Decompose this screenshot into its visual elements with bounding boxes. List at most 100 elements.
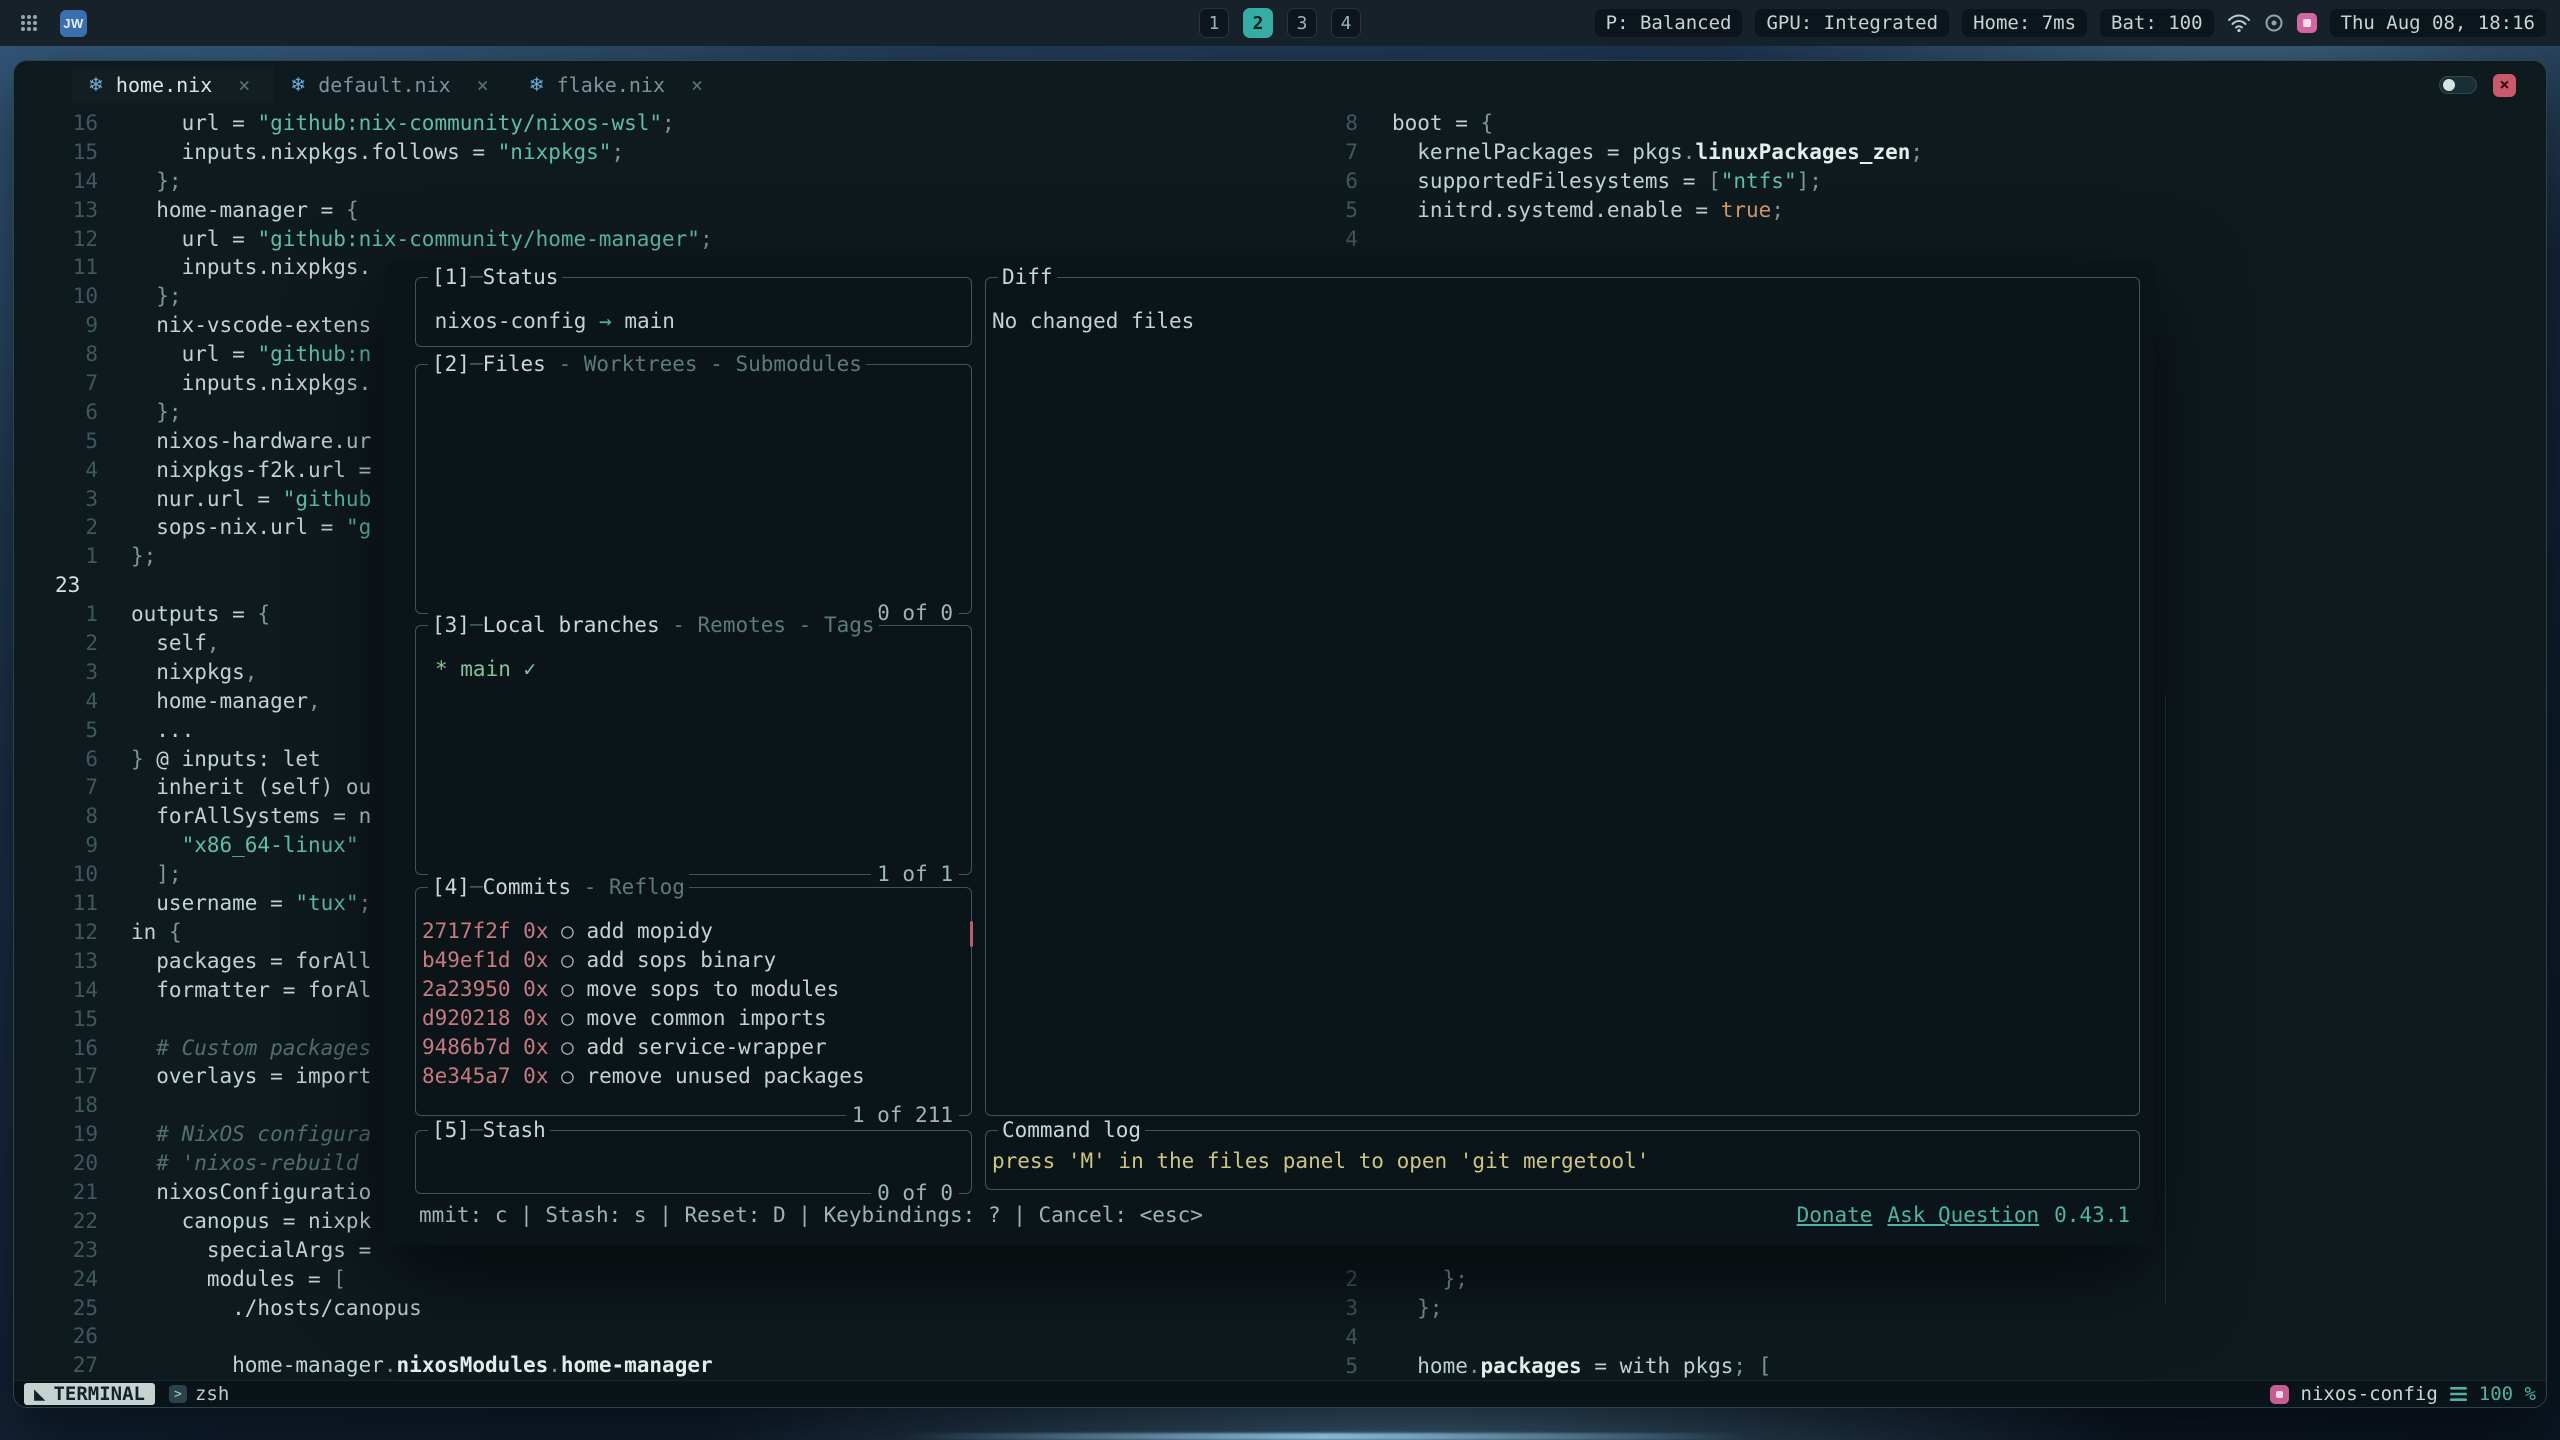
status-bar-right: nixos-config 100 % bbox=[2270, 1383, 2536, 1405]
commit-hash: 2a23950 bbox=[422, 977, 511, 1001]
editor-line[interactable]: 13 home-manager = { bbox=[14, 196, 1334, 225]
commit-node-icon: ○ bbox=[561, 1035, 574, 1059]
line-text: outputs = { bbox=[98, 600, 270, 629]
commit-row[interactable]: b49ef1d 0x ○ add sops binary bbox=[422, 946, 965, 975]
tab-close-icon[interactable]: × bbox=[477, 73, 489, 97]
commit-row[interactable]: 2717f2f 0x ○ add mopidy bbox=[422, 917, 965, 946]
line-number: 23 bbox=[14, 1236, 98, 1265]
link-donate[interactable]: Donate bbox=[1797, 1200, 1873, 1230]
files-count: 0 of 0 bbox=[871, 600, 959, 627]
line-number: 27 bbox=[14, 1351, 98, 1380]
editor-line[interactable]: 24 modules = [ bbox=[14, 1265, 1334, 1294]
commit-row[interactable]: d920218 0x ○ move common imports bbox=[422, 1004, 965, 1033]
commit-author: 0x bbox=[523, 1035, 548, 1059]
workspace-button-2[interactable]: 2 bbox=[1243, 8, 1273, 38]
line-number: 15 bbox=[14, 1005, 98, 1034]
command-log-content: press 'M' in the files panel to open 'gi… bbox=[986, 1131, 2139, 1176]
editor-line[interactable]: 8boot = { bbox=[1334, 109, 2546, 138]
app-badge[interactable]: JW bbox=[60, 10, 87, 37]
editor-line[interactable]: 2 }; bbox=[1334, 1265, 2546, 1294]
tab-label: flake.nix bbox=[557, 73, 665, 97]
panel-title-commits: [4]─Commits - Reflog bbox=[428, 874, 689, 901]
tab-close-icon[interactable]: × bbox=[691, 73, 703, 97]
line-number: 10 bbox=[14, 860, 98, 889]
panel-number: [1] bbox=[432, 264, 470, 291]
topbar-module[interactable]: P: Balanced bbox=[1595, 9, 1743, 37]
topbar-module[interactable]: Bat: 100 bbox=[2100, 9, 2214, 37]
line-number: 25 bbox=[14, 1294, 98, 1323]
tab-close-icon[interactable]: × bbox=[238, 73, 250, 97]
tab-flake.nix[interactable]: ❄flake.nix× bbox=[513, 67, 727, 103]
editor-line[interactable]: 12 url = "github:nix-community/home-mana… bbox=[14, 225, 1334, 254]
titlebar-toggle[interactable] bbox=[2439, 76, 2477, 94]
line-text: nur.url = "github bbox=[98, 485, 371, 514]
editor-line[interactable]: 3 }; bbox=[1334, 1294, 2546, 1323]
line-number: 20 bbox=[14, 1149, 98, 1178]
editor-line[interactable]: 27 home-manager.nixosModules.home-manage… bbox=[14, 1351, 1334, 1380]
panel-number: [2] bbox=[432, 351, 470, 378]
line-text: home-manager.nixosModules.home-manager bbox=[98, 1351, 713, 1380]
editor-line[interactable]: 14 }; bbox=[14, 167, 1334, 196]
tab-bar-tabs: ❄home.nix×❄default.nix×❄flake.nix× bbox=[72, 61, 727, 109]
topbar-module[interactable]: GPU: Integrated bbox=[1755, 9, 1949, 37]
clock[interactable]: Thu Aug 08, 18:16 bbox=[2330, 9, 2546, 37]
workspace-button-3[interactable]: 3 bbox=[1287, 8, 1317, 38]
editor-line[interactable]: 6 supportedFilesystems = ["ntfs"]; bbox=[1334, 167, 2546, 196]
line-number: 3 bbox=[1334, 1294, 1358, 1323]
editor-line[interactable]: 26 bbox=[14, 1322, 1334, 1351]
tab-default.nix[interactable]: ❄default.nix× bbox=[274, 67, 512, 103]
line-text bbox=[98, 1091, 131, 1120]
line-number: 2 bbox=[14, 513, 98, 542]
line-text: specialArgs = bbox=[98, 1236, 371, 1265]
shell-tab[interactable]: >zsh bbox=[169, 1383, 229, 1405]
pink-badge-icon[interactable] bbox=[2297, 13, 2317, 33]
commit-row[interactable]: 9486b7d 0x ○ add service-wrapper bbox=[422, 1033, 965, 1062]
editor-line[interactable]: 4 bbox=[1334, 225, 2546, 254]
lazygit-panel-branches[interactable]: [3]─Local branches - Remotes - Tags * ma… bbox=[415, 625, 972, 875]
top-bar-right: P: Balanced GPU: Integrated Home: 7ms Bat: … bbox=[1595, 9, 2546, 37]
line-text: packages = forAll bbox=[98, 947, 371, 976]
editor-line[interactable]: 5 home.packages = with pkgs; [ bbox=[1334, 1352, 2546, 1381]
commit-node-icon: ○ bbox=[561, 1064, 574, 1088]
line-number: 14 bbox=[14, 167, 98, 196]
lazygit-panel-status[interactable]: [1]─Status nixos-config → main bbox=[415, 277, 972, 347]
wallpaper-glow bbox=[900, 1433, 1750, 1440]
workspace-button-1[interactable]: 1 bbox=[1199, 8, 1229, 38]
editor-line[interactable]: 4 bbox=[1334, 1323, 2546, 1352]
tray-circle-icon[interactable] bbox=[2264, 13, 2284, 33]
lazygit-panel-commits[interactable]: [4]─Commits - Reflog 2717f2f 0x ○ add mo… bbox=[415, 887, 972, 1116]
workspace-button-4[interactable]: 4 bbox=[1331, 8, 1361, 38]
shell-label: zsh bbox=[195, 1383, 229, 1405]
app-menu-grid-icon[interactable] bbox=[14, 8, 44, 38]
lazygit-panel-diff[interactable]: Diff No changed files bbox=[985, 277, 2140, 1116]
wifi-icon[interactable] bbox=[2227, 13, 2251, 33]
lazygit-panel-command-log[interactable]: Command log press 'M' in the files panel… bbox=[985, 1130, 2140, 1190]
editor-line[interactable]: 5 initrd.systemd.enable = true; bbox=[1334, 196, 2546, 225]
line-number: 8 bbox=[1334, 109, 1358, 138]
commits-scrollbar[interactable] bbox=[970, 921, 973, 947]
line-number: 3 bbox=[14, 485, 98, 514]
line-number: 9 bbox=[14, 831, 98, 860]
topbar-module[interactable]: Home: 7ms bbox=[1962, 9, 2087, 37]
commit-hash: d920218 bbox=[422, 1006, 511, 1030]
tab-home.nix[interactable]: ❄home.nix× bbox=[72, 67, 274, 103]
line-number: 16 bbox=[14, 1034, 98, 1063]
lazygit-panel-files[interactable]: [2]─Files - Worktrees - Submodules 0 of … bbox=[415, 364, 972, 614]
layout-list-icon bbox=[2450, 1387, 2467, 1401]
commit-list: 2717f2f 0x ○ add mopidyb49ef1d 0x ○ add … bbox=[416, 888, 971, 1091]
commit-row[interactable]: 2a23950 0x ○ move sops to modules bbox=[422, 975, 965, 1004]
editor-line[interactable]: 25 ./hosts/canopus bbox=[14, 1294, 1334, 1323]
window-close-button[interactable]: × bbox=[2493, 74, 2516, 97]
editor-line[interactable]: 7 kernelPackages = pkgs.linuxPackages_ze… bbox=[1334, 138, 2546, 167]
line-text: modules = [ bbox=[98, 1265, 346, 1294]
commit-row[interactable]: 8e345a7 0x ○ remove unused packages bbox=[422, 1062, 965, 1091]
lazygit-panel-stash[interactable]: [5]─Stash 0 of 0 bbox=[415, 1130, 972, 1194]
link-ask-question[interactable]: Ask Question bbox=[1887, 1200, 2039, 1230]
commit-author: 0x bbox=[523, 919, 548, 943]
line-number: 18 bbox=[14, 1091, 98, 1120]
editor-line[interactable]: 15 inputs.nixpkgs.follows = "nixpkgs"; bbox=[14, 138, 1334, 167]
line-number: 1 bbox=[14, 542, 98, 571]
line-number: 11 bbox=[14, 253, 98, 282]
editor-line[interactable]: 16 url = "github:nix-community/nixos-wsl… bbox=[14, 109, 1334, 138]
branch-row[interactable]: * main ✓ bbox=[422, 655, 965, 684]
